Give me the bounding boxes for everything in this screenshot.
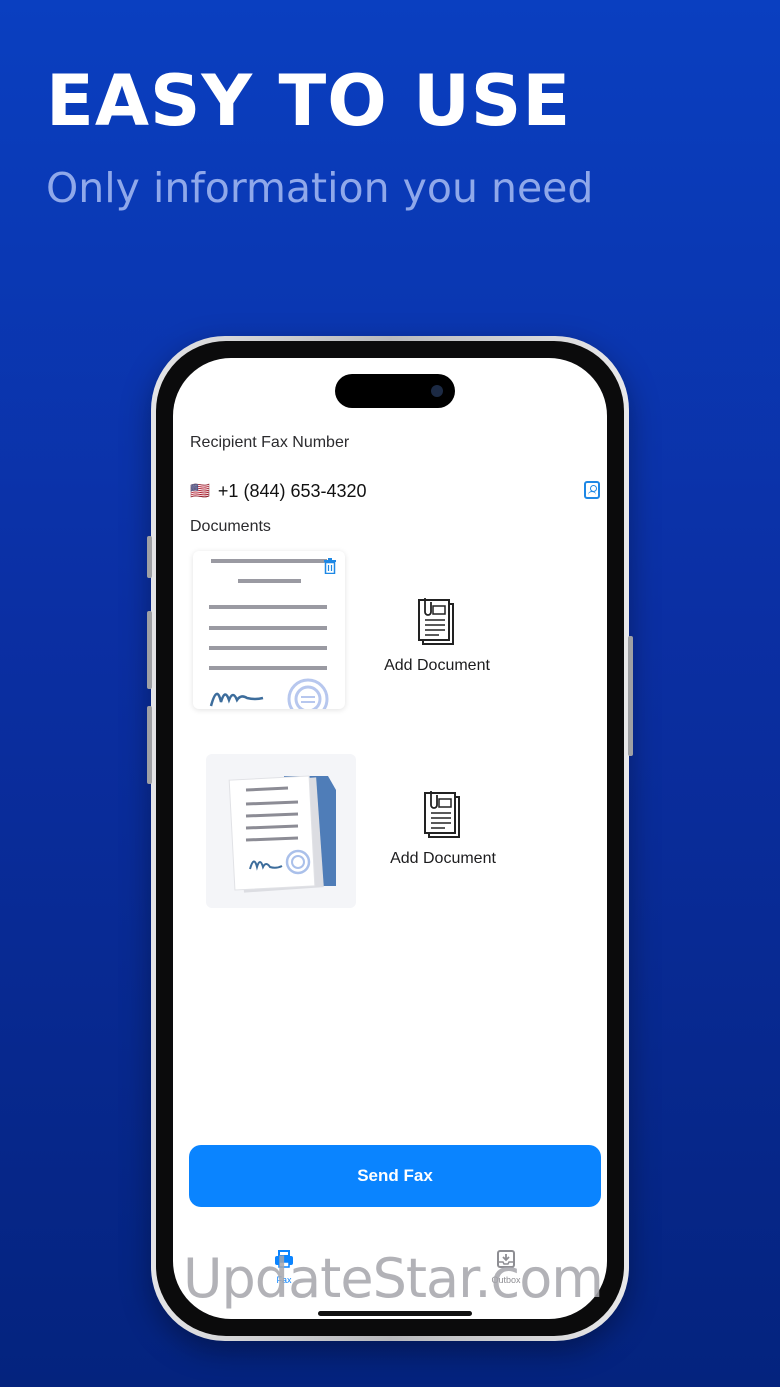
app-screen: Recipient Fax Number 🇺🇸 +1 (844) 653-432…	[173, 358, 607, 1319]
watermark: UpdateStar.com	[183, 1247, 604, 1310]
add-document-label: Add Document	[384, 657, 490, 674]
home-indicator	[318, 1311, 472, 1316]
add-document-button[interactable]: Add Document	[368, 789, 518, 868]
recipient-label: Recipient Fax Number	[190, 434, 350, 451]
phone-mockup: Recipient Fax Number 🇺🇸 +1 (844) 653-432…	[147, 336, 633, 1341]
volume-up-button	[147, 611, 152, 689]
add-document-button[interactable]: Add Document	[362, 596, 512, 675]
trash-icon[interactable]	[323, 558, 337, 579]
add-document-label: Add Document	[390, 850, 496, 867]
add-document-icon	[424, 791, 460, 838]
us-flag-icon[interactable]: 🇺🇸	[190, 481, 210, 501]
document-thumbnail[interactable]	[193, 551, 345, 720]
promo-subheadline: Only information you need	[46, 164, 594, 212]
power-button	[628, 636, 633, 756]
fax-number-field[interactable]: 🇺🇸 +1 (844) 653-4320	[190, 478, 600, 504]
promo-headline: EASY TO USE	[46, 60, 572, 142]
documents-label: Documents	[190, 518, 271, 535]
action-button	[147, 536, 152, 578]
volume-down-button	[147, 706, 152, 784]
phone-bezel: Recipient Fax Number 🇺🇸 +1 (844) 653-432…	[156, 341, 624, 1336]
contacts-icon[interactable]	[584, 481, 600, 499]
document-stack-icon	[228, 775, 336, 893]
dynamic-island	[335, 374, 455, 408]
add-document-icon	[418, 598, 454, 645]
send-fax-button[interactable]: Send Fax	[189, 1145, 601, 1207]
document-thumbnail[interactable]	[206, 754, 356, 908]
fax-number-value[interactable]: +1 (844) 653-4320	[218, 481, 367, 502]
